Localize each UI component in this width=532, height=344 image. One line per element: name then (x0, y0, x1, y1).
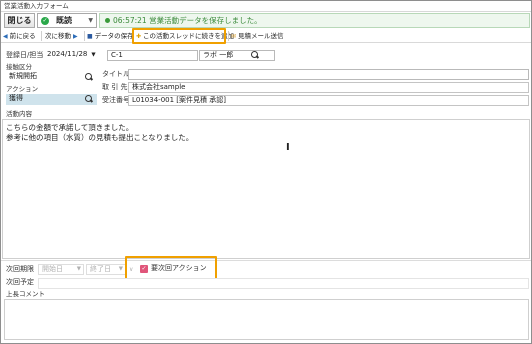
status-select[interactable]: ✓ 既読 ▼ (37, 13, 97, 28)
highlight-important-action (125, 256, 217, 280)
memo-label: 活動内容 (6, 110, 32, 118)
supervisor-comment-textarea[interactable] (4, 299, 529, 340)
divider (84, 31, 85, 41)
text-cursor-icon: I (286, 142, 290, 153)
toolbar: ◀ 前に戻る 次に移動 ▶ ■ データの保存 ✚ この活動スレッドに続きを追加 ✉ 見積メ… (1, 29, 531, 43)
chevron-down-icon: ▼ (88, 17, 93, 24)
person-name-field[interactable]: ラボ 一郎 (199, 50, 275, 61)
status-dot-icon (105, 18, 110, 23)
title-label: タイトル (102, 70, 130, 78)
memo-textarea[interactable]: こちらの金額で承諾して頂きました。 参考に他の項目（水質）の見積も提出ことなりま… (2, 119, 530, 259)
chevron-down-icon: ▼ (91, 52, 96, 58)
highlight-add-thread (132, 28, 226, 44)
save-notification: 06:57:21 営業活動データを保存しました。 (99, 13, 530, 28)
next-button[interactable]: 次に移動 ▶ (45, 30, 80, 42)
order-number-field[interactable]: L01034-001 [案件見積 承認] (128, 95, 529, 106)
search-icon[interactable] (84, 72, 94, 82)
next-start-date-field[interactable]: 開始日 ▼ (38, 264, 84, 275)
envelope-icon: ✉ (231, 33, 237, 40)
mail-label: 見積メール送信 (238, 32, 284, 40)
supervisor-comment-label: 上長コメント (6, 290, 45, 298)
search-icon[interactable] (250, 50, 260, 60)
next-end-date-field[interactable]: 終了日 ▼ (86, 264, 126, 275)
chevron-down-icon: ▼ (76, 266, 81, 272)
contact-type-label: 接触区分 (6, 63, 32, 71)
close-button[interactable]: 閉じる (4, 13, 35, 28)
chevron-down-icon: ▼ (118, 266, 123, 272)
date-label: 登録日/担当 (6, 51, 44, 59)
next-plan-field[interactable] (38, 278, 529, 289)
title-field[interactable] (128, 69, 529, 80)
send-estimate-mail-button[interactable]: ✉ 見積メール送信 (231, 30, 284, 42)
person-code-field[interactable]: C-1 (107, 50, 198, 61)
window-title: 営業活動入力フォーム (1, 1, 531, 12)
toast-text: 06:57:21 営業活動データを保存しました。 (113, 16, 262, 25)
arrow-right-icon: ▶ (73, 33, 78, 40)
save-button[interactable]: ■ データの保存 (87, 30, 134, 42)
next-period-label: 次回期限 (6, 265, 34, 273)
start-placeholder: 開始日 (42, 265, 63, 273)
end-placeholder: 終了日 (90, 265, 111, 273)
divider (228, 31, 229, 41)
search-icon[interactable] (84, 94, 94, 104)
date-field[interactable]: 2024/11/28 ▼ (46, 50, 102, 61)
client-label: 取 引 先 (102, 83, 128, 91)
arrow-left-icon: ◀ (3, 33, 8, 40)
date-value: 2024/11/28 (47, 50, 88, 58)
status-value: 既読 (56, 16, 72, 25)
prev-label: 前に戻る (9, 32, 36, 40)
next-plan-label: 次回予定 (6, 278, 34, 286)
floppy-disk-icon: ■ (87, 33, 93, 40)
next-label: 次に移動 (45, 32, 71, 40)
action-label: アクション (6, 85, 39, 93)
check-circle-icon: ✓ (41, 17, 49, 25)
divider (41, 31, 42, 41)
memo-line: 参考に他の項目（水質）の見積も提出ことなりました。 (6, 133, 194, 142)
memo-line: こちらの金額で承諾して頂きました。 (6, 123, 134, 132)
save-label: データの保存 (94, 32, 134, 40)
prev-button[interactable]: ◀ 前に戻る (3, 30, 36, 42)
order-number-label: 受注番号 (102, 96, 130, 104)
client-field[interactable]: 株式会社sample (128, 82, 529, 93)
